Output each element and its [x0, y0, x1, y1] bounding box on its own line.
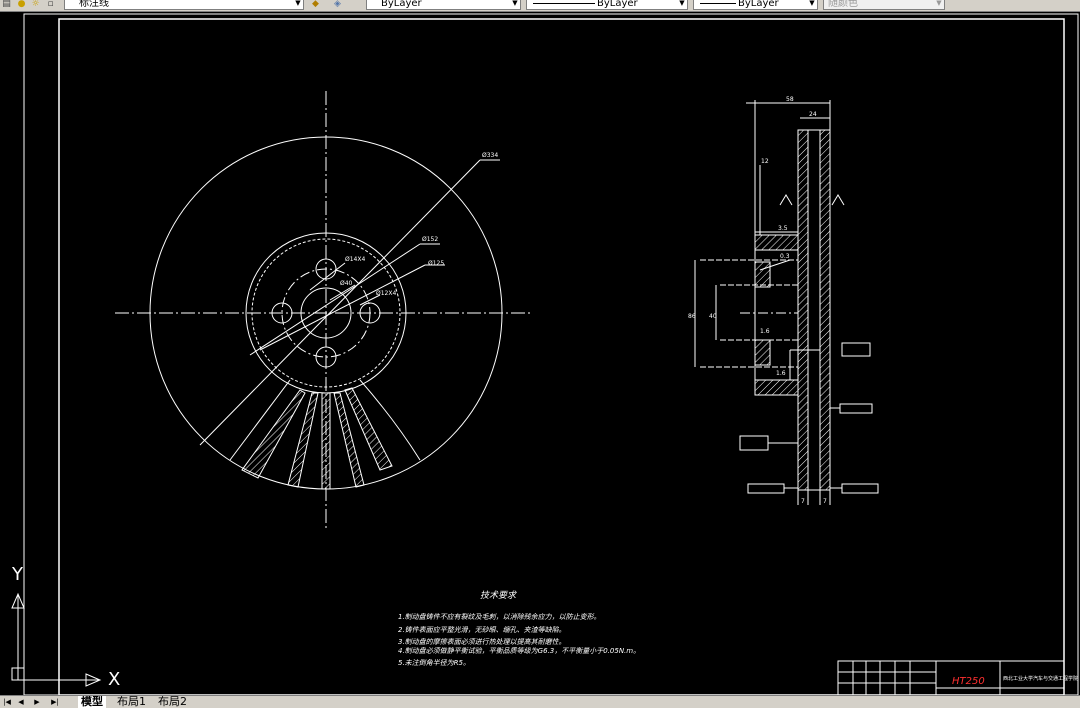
rotor-vane-gap [807, 129, 821, 491]
gdt-frame-5 [841, 483, 879, 494]
dim-58: 58 [786, 96, 794, 103]
rotor-face-left [797, 129, 809, 491]
chevron-down-icon[interactable]: ▼ [934, 0, 944, 9]
linetype-combo[interactable]: ByLayer ▼ [526, 0, 688, 10]
dim-r1-6: 1.6 [760, 328, 770, 335]
gdt-frame-1 [841, 342, 871, 357]
rib-hatch-3 [321, 392, 331, 490]
layer-previous-icon[interactable]: ◈ [333, 0, 342, 9]
tech-item-2: 2.铸件表面应平整光滑，无砂眼、缩孔、夹渣等缺陷。 [398, 626, 566, 634]
chevron-down-icon[interactable]: ▼ [293, 0, 303, 9]
dim-3-5: 3.5 [778, 225, 788, 232]
dim-d334: Ø334 [482, 152, 498, 159]
school-label: 西北工业大学汽车与交通工程学院 [1003, 675, 1078, 682]
plotstyle-combo[interactable]: 随颜色 ▼ [823, 0, 945, 10]
sun-icon[interactable]: ☼ [31, 0, 40, 9]
material-label: HT250 [952, 676, 985, 687]
dim-d125: Ø125 [428, 260, 444, 267]
dim-d40: Ø40 [340, 280, 353, 287]
tech-notes: 技术要求 1.制动盘铸件不应有裂纹及毛刺，以消除残余应力，以防止变形。 2.铸件… [398, 590, 640, 667]
gdt-frame-3 [739, 435, 769, 451]
tab-layout1[interactable]: 布局1 [114, 696, 149, 708]
layer-combo[interactable]: 标注线 ▼ [64, 0, 304, 10]
tech-item-5: 5.未注倒角半径为R5。 [398, 659, 470, 667]
dim-7b: 7 [823, 498, 827, 505]
dim-r1-6b: 1.6 [776, 370, 786, 377]
chevron-down-icon[interactable]: ▼ [807, 0, 817, 9]
roughness-symbol-left [779, 194, 793, 206]
linetype-sample [533, 3, 595, 4]
layer-combo-value: 标注线 [79, 0, 109, 9]
layout-tab-bar: |◀ ◀ ▶ ▶| 模型 布局1 布局2 [0, 695, 1080, 708]
dim-0-3: 0.3 [780, 253, 790, 260]
dim-bolt-holes: Ø14X4 [345, 256, 365, 263]
tech-item-3: 3.制动盘的摩擦表面必须进行热处理以提高其耐磨性。 [398, 638, 566, 646]
dim-40: 40 [709, 313, 717, 320]
ucs-x-label: X [108, 669, 120, 690]
dim-12: 12 [761, 158, 769, 165]
roughness-symbol-right [831, 194, 845, 206]
hub-top-hatch [754, 234, 799, 251]
prev-tab-button[interactable]: ◀ [16, 697, 26, 707]
drawing-canvas[interactable]: Ø334 Ø152 Ø125 Ø14X4 Ø40 Ø12X4 58 24 12 … [0, 12, 1080, 696]
chevron-down-icon[interactable]: ▼ [677, 0, 687, 9]
lineweight-combo[interactable]: ByLayer ▼ [693, 0, 818, 10]
color-combo[interactable]: ByLayer ▼ [366, 0, 521, 10]
tech-item-1: 1.制动盘铸件不应有裂纹及毛刺，以消除残余应力，以防止变形。 [398, 613, 601, 621]
rotor-face-right [819, 129, 831, 491]
plotstyle-combo-value: 随颜色 [828, 0, 858, 9]
color-combo-value: ByLayer [381, 0, 422, 9]
dim-86: 86 [688, 313, 696, 320]
ucs-icon [11, 592, 102, 687]
tech-title: 技术要求 [480, 590, 517, 601]
drawing-svg: Ø334 Ø152 Ø125 Ø14X4 Ø40 Ø12X4 58 24 12 … [11, 13, 1079, 696]
front-view [115, 91, 530, 530]
tab-layout2[interactable]: 布局2 [155, 696, 190, 708]
rib-curve-right [359, 379, 421, 461]
properties-toolbar: ▤ ● ☼ ▫ 标注线 ▼ ◆ ◈ ByLayer ▼ ByLayer ▼ By… [0, 0, 1080, 12]
first-tab-button[interactable]: |◀ [2, 697, 12, 707]
lock-icon[interactable]: ▫ [46, 0, 55, 9]
hub-bottom-hatch [754, 379, 799, 396]
dim-24: 24 [809, 111, 817, 118]
section-view [694, 100, 879, 505]
gdt-frame-4 [747, 483, 785, 494]
dim-d12x4: Ø12X4 [376, 290, 396, 297]
last-tab-button[interactable]: ▶| [50, 697, 60, 707]
tech-item-4: 4.制动盘必须做静平衡试验，平衡品质等级为G6.3，不平衡量小于0.05N.m。 [398, 647, 640, 655]
lineweight-combo-value: ByLayer [738, 0, 779, 9]
next-tab-button[interactable]: ▶ [32, 697, 42, 707]
gdt-frame-2 [839, 403, 873, 414]
linetype-combo-value: ByLayer [597, 0, 638, 9]
ucs-y-label: Y [11, 564, 24, 585]
hub-bolt-hatch-top [754, 261, 771, 288]
drawing-frame [58, 18, 1065, 696]
tab-model[interactable]: 模型 [78, 696, 106, 708]
hub-bolt-hatch-bottom [754, 339, 771, 366]
dim-d152: Ø152 [422, 236, 438, 243]
sheet-outer-border [23, 13, 1079, 696]
lineweight-sample [700, 3, 736, 4]
layer-state-icon[interactable]: ▤ [2, 0, 11, 9]
chevron-down-icon[interactable]: ▼ [510, 0, 520, 9]
make-current-layer-icon[interactable]: ◆ [311, 0, 320, 9]
bulb-icon[interactable]: ● [17, 0, 26, 9]
dim-7a: 7 [801, 498, 805, 505]
